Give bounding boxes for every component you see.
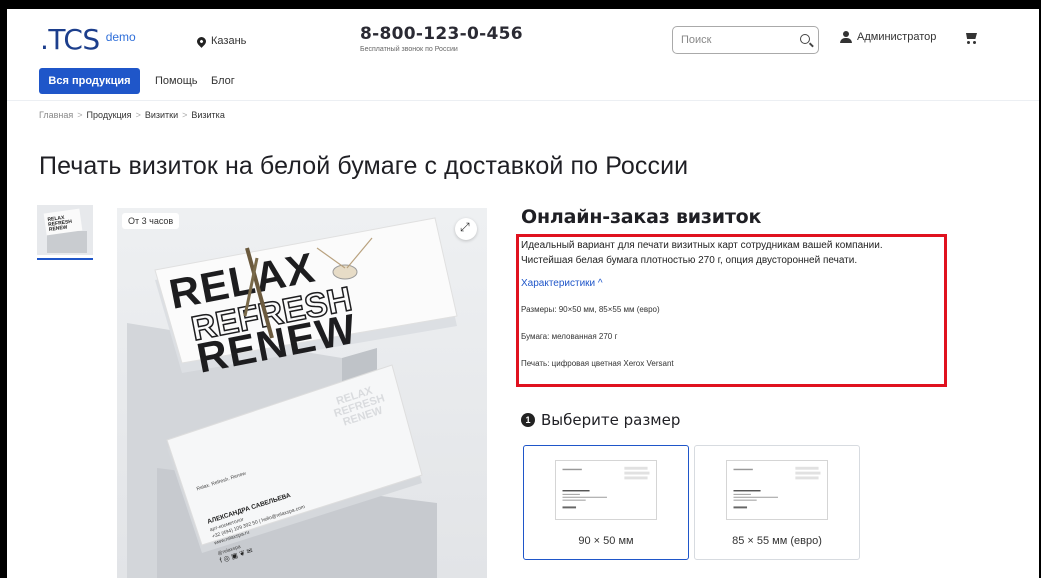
breadcrumb-current: Визитка [191,110,225,120]
city-selector[interactable]: Казань [195,34,247,48]
user-menu[interactable]: Администратор [840,31,936,43]
site-logo[interactable]: .TCS demo [40,23,136,56]
user-name: Администратор [857,31,937,43]
gallery-thumbnail[interactable]: RELAX REFRESH RENEW [37,205,93,255]
description-line: Идеальный вариант для печати визитных ка… [521,240,883,251]
production-time-badge: От 3 часов [122,213,180,229]
size-option-label: 90 × 50 мм [578,535,634,547]
nav-all-products[interactable]: Вся продукция [39,68,140,94]
size-step-header: 1 Выберите размер [521,411,680,429]
product-image[interactable]: RELAX REFRESH RENEW RELAX REFRESH RENEW … [117,208,487,578]
order-heading: Онлайн-заказ визиток [521,206,762,228]
search-box [672,26,819,54]
description-line: Чистейшая белая бумага плотностью 270 г,… [521,255,858,266]
location-pin-icon [195,34,208,48]
step-number: 1 [521,413,535,427]
user-icon [840,31,852,43]
breadcrumb-home[interactable]: Главная [39,110,73,120]
expand-image-icon[interactable] [455,218,477,240]
size-option-label: 85 × 55 мм (евро) [732,535,822,547]
breadcrumb-business-cards[interactable]: Визитки [145,110,178,120]
nav-blog[interactable]: Блог [211,75,235,87]
city-label: Казань [211,35,247,47]
page-title: Печать визиток на белой бумаге с доставк… [39,152,689,180]
breadcrumb-separator: > [182,110,188,120]
size-option-85x55[interactable]: 85 × 55 мм (евро) [694,445,860,560]
spec-print: Печать: цифровая цветная Xerox Versant [521,359,674,368]
thumbnail-image: RELAX REFRESH RENEW [37,205,93,255]
search-icon[interactable] [800,34,810,44]
nav-help[interactable]: Помощь [155,75,198,87]
business-card-mockup: RELAX REFRESH RENEW RELAX REFRESH RENEW … [117,208,487,578]
browser-page: .TCS demo Казань 8-800-123-0-456 Бесплат… [7,9,1039,578]
breadcrumb-separator: > [77,110,83,120]
spec-paper: Бумага: мелованная 270 г [521,332,618,341]
cart-icon[interactable] [964,32,978,44]
search-input[interactable] [681,34,791,46]
thumbnail-selected-indicator [37,258,93,260]
logo-text: .TCS [40,23,100,56]
product-description: Идеальный вариант для печати визитных ка… [521,238,941,268]
size-option-90x50[interactable]: 90 × 50 мм [523,445,689,560]
phone-note: Бесплатный звонок по России [360,46,458,53]
header-divider [7,100,1039,101]
characteristics-toggle[interactable]: Характеристики ^ [521,278,603,289]
logo-suffix: demo [105,30,136,44]
breadcrumb-separator: > [135,110,141,120]
spec-sizes: Размеры: 90×50 мм, 85×55 мм (евро) [521,305,660,314]
size-preview-image [555,460,657,520]
step-label: Выберите размер [541,411,681,429]
phone-number[interactable]: 8-800-123-0-456 [360,24,523,44]
breadcrumb-products[interactable]: Продукция [87,110,132,120]
breadcrumb: Главная > Продукция > Визитки > Визитка [39,110,225,120]
size-preview-image [726,460,828,520]
